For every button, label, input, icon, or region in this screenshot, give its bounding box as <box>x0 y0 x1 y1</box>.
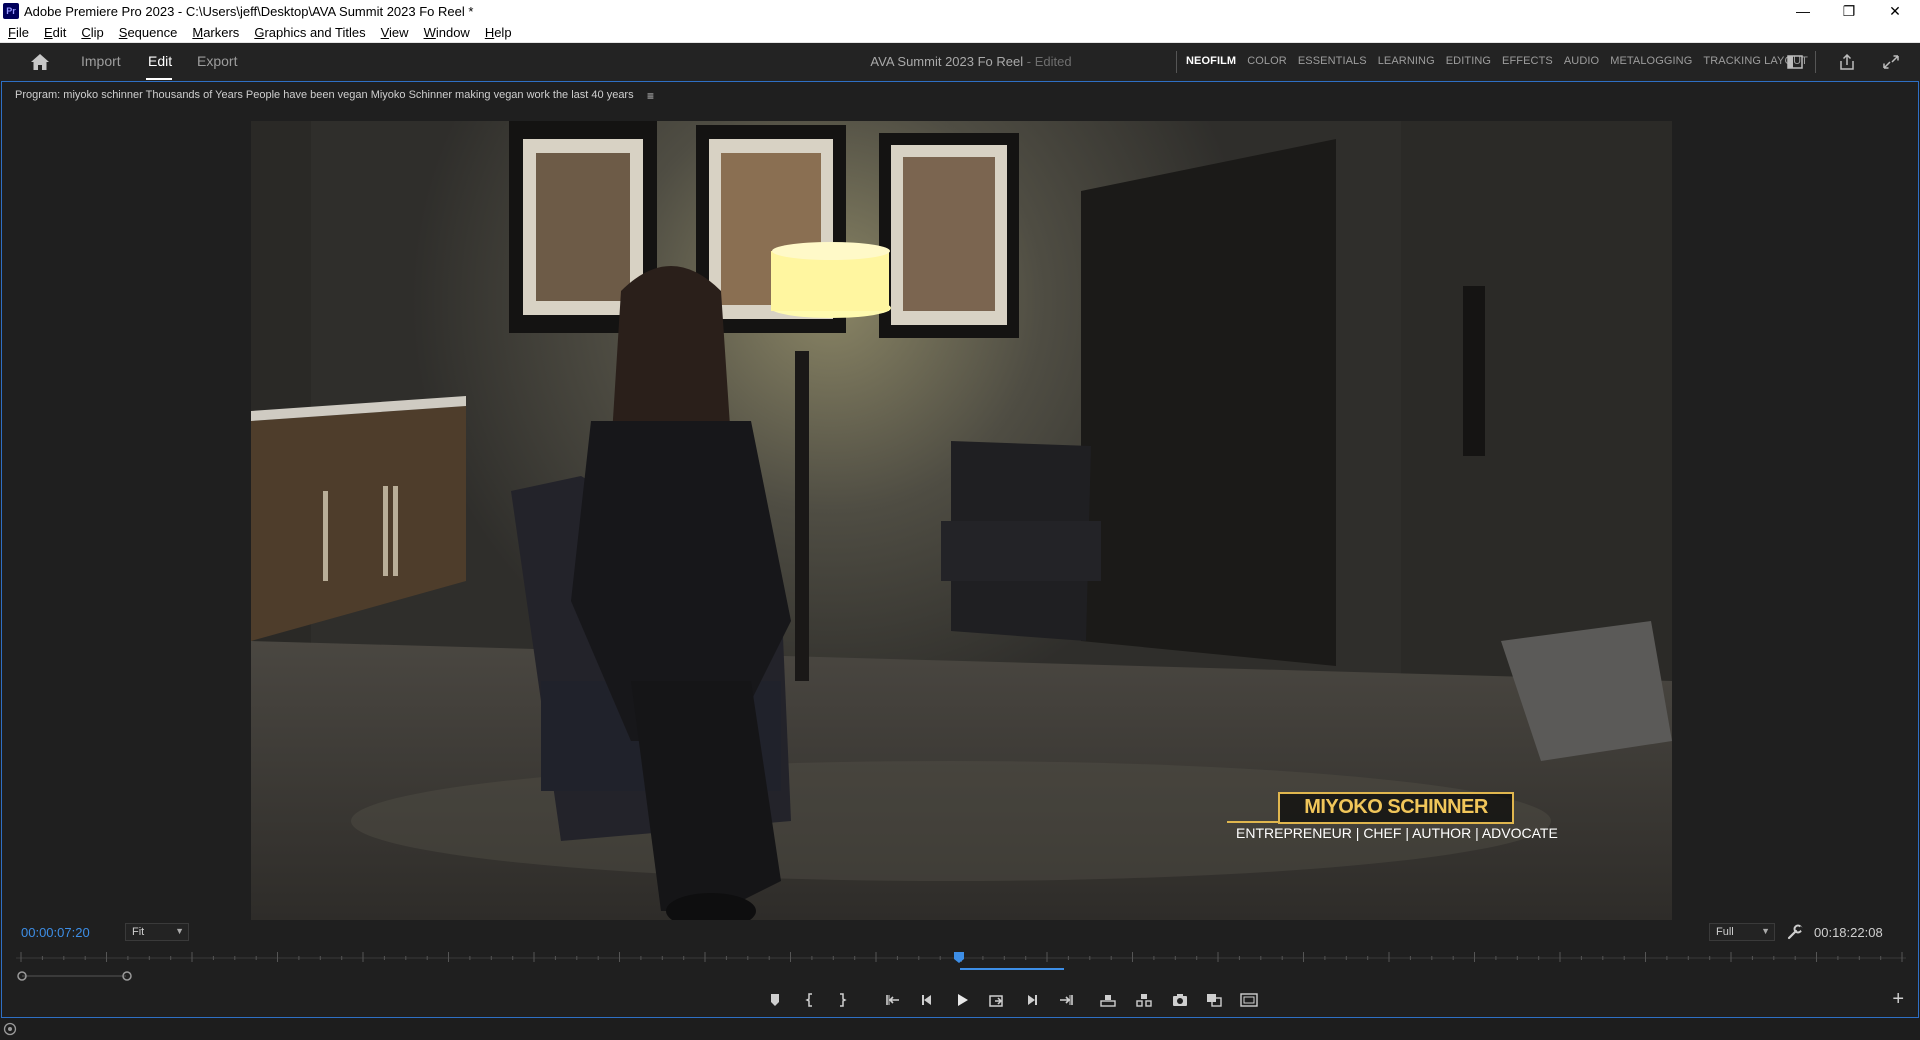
step-back-icon[interactable] <box>918 991 936 1009</box>
title-bar: Pr Adobe Premiere Pro 2023 - C:\Users\je… <box>0 0 1920 22</box>
current-timecode[interactable]: 00:00:07:20 <box>21 925 90 940</box>
workspace-color[interactable]: COLOR <box>1247 55 1287 67</box>
extract-icon[interactable] <box>1135 991 1153 1009</box>
panel-menu-icon[interactable]: ≡ <box>647 89 654 103</box>
project-status: - Edited <box>1026 54 1072 69</box>
add-marker-icon[interactable] <box>766 991 784 1009</box>
background-status-icon[interactable] <box>3 1022 17 1036</box>
workspace-bar: NEOFILM COLOR ESSENTIALS LEARNING EDITIN… <box>1186 55 1819 67</box>
go-to-in-icon[interactable] <box>884 991 902 1009</box>
program-monitor-tab[interactable]: Program: miyoko schinner Thousands of Ye… <box>15 89 634 101</box>
loop-icon[interactable] <box>987 991 1005 1009</box>
menu-edit[interactable]: Edit <box>38 25 72 40</box>
menu-graphics-and-titles[interactable]: Graphics and Titles <box>248 25 371 40</box>
lift-icon[interactable] <box>1099 991 1117 1009</box>
safe-margins-icon[interactable] <box>1240 991 1258 1009</box>
lower-third-name: MIYOKO SCHINNER <box>1304 796 1488 818</box>
go-to-out-icon[interactable] <box>1057 991 1075 1009</box>
video-frame[interactable]: MIYOKO SCHINNER ENTREPRENEUR | CHEF | AU… <box>251 121 1672 920</box>
fullscreen-icon[interactable] <box>1882 54 1900 70</box>
comparison-view-icon[interactable] <box>1205 991 1223 1009</box>
step-forward-icon[interactable] <box>1023 991 1041 1009</box>
zoom-scroll-bar[interactable] <box>16 966 1906 986</box>
menu-help[interactable]: Help <box>479 25 518 40</box>
menu-bar: File Edit Clip Sequence Markers Graphics… <box>0 22 1920 43</box>
workspace-editing[interactable]: EDITING <box>1446 55 1491 67</box>
duration-timecode: 00:18:22:08 <box>1814 925 1883 940</box>
workspace-learning[interactable]: LEARNING <box>1378 55 1435 67</box>
playback-resolution-value: Full <box>1716 926 1734 938</box>
zoom-level-select[interactable]: Fit ▼ <box>125 923 189 941</box>
divider <box>1815 51 1816 73</box>
workspace-neofilm[interactable]: NEOFILM <box>1186 55 1236 67</box>
lower-third-titles: ENTREPRENEUR | CHEF | AUTHOR | ADVOCATE <box>1236 825 1558 841</box>
wrench-icon[interactable] <box>1787 924 1803 940</box>
menu-clip[interactable]: Clip <box>75 25 109 40</box>
zoom-level-value: Fit <box>132 926 145 938</box>
active-tab-indicator <box>146 78 172 80</box>
lower-third-rule <box>1227 821 1278 823</box>
mark-out-icon[interactable] <box>833 991 851 1009</box>
mark-in-icon[interactable] <box>801 991 819 1009</box>
status-bar <box>0 1018 1920 1040</box>
playback-resolution-select[interactable]: Full ▼ <box>1709 923 1775 941</box>
workspace-effects[interactable]: EFFECTS <box>1502 55 1553 67</box>
workspace-essentials[interactable]: ESSENTIALS <box>1298 55 1367 67</box>
workspace-audio[interactable]: AUDIO <box>1564 55 1599 67</box>
share-icon[interactable] <box>1838 54 1856 70</box>
workspaces-panel-icon[interactable] <box>1786 54 1804 70</box>
playhead-marker <box>954 952 964 963</box>
button-editor-add-button[interactable]: + <box>1892 989 1904 1009</box>
play-icon[interactable] <box>953 991 971 1009</box>
camera-icon[interactable] <box>1171 991 1189 1009</box>
transport-controls: + <box>2 984 1920 1016</box>
menu-file[interactable]: File <box>2 25 35 40</box>
menu-sequence[interactable]: Sequence <box>113 25 184 40</box>
restore-button[interactable]: ❐ <box>1826 0 1872 22</box>
minimize-button[interactable]: — <box>1780 0 1826 22</box>
program-monitor-panel: Program: miyoko schinner Thousands of Ye… <box>1 81 1919 1018</box>
window-title: Adobe Premiere Pro 2023 - C:\Users\jeff\… <box>24 3 474 19</box>
app-header: Import Edit Export AVA Summit 2023 Fo Re… <box>0 43 1920 81</box>
menu-view[interactable]: View <box>375 25 415 40</box>
menu-markers[interactable]: Markers <box>186 25 245 40</box>
chevron-down-icon: ▼ <box>1761 926 1770 936</box>
premiere-app-icon: Pr <box>3 3 19 19</box>
chevron-down-icon: ▼ <box>175 926 184 936</box>
project-name: AVA Summit 2023 Fo Reel <box>870 54 1024 69</box>
close-button[interactable]: ✕ <box>1872 0 1918 22</box>
menu-window[interactable]: Window <box>418 25 476 40</box>
workspace-metalogging[interactable]: METALOGGING <box>1610 55 1692 67</box>
divider <box>1176 51 1177 73</box>
